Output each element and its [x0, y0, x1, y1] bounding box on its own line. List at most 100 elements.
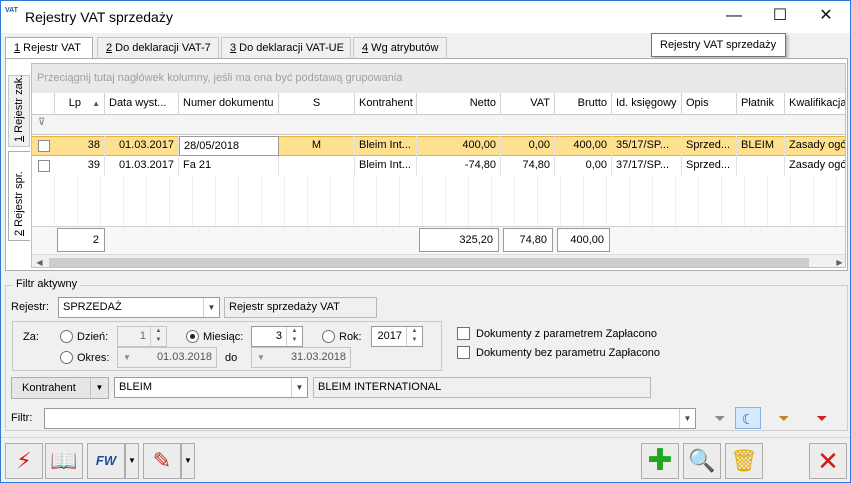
filter-edit-icon[interactable]: ⏷ — [771, 407, 797, 429]
column-header-platnik[interactable]: Płatnik — [737, 93, 785, 115]
column-header-kwalifikacja[interactable]: Kwalifikacja — [785, 93, 845, 115]
stepper-arrows-icon[interactable]: ▲ ▼ — [406, 327, 422, 346]
chevron-down-icon[interactable]: ▼ — [90, 378, 108, 398]
trash-icon[interactable]: 🗑 — [725, 443, 763, 479]
filtr-input[interactable]: ▼ — [44, 408, 696, 429]
filter-row-icon[interactable]: ⊽ — [38, 117, 45, 128]
cell-vat: 0,00 — [501, 136, 555, 156]
rejestr-label: Rejestr: — [11, 301, 49, 313]
column-header-lp[interactable]: Lp ▲ — [55, 93, 105, 115]
filter-row — [32, 115, 845, 135]
tab-do-deklaracji-vatue[interactable]: 3 Do deklaracji VAT-UE — [221, 37, 351, 59]
miesiac-stepper[interactable]: 3 ▲ ▼ — [251, 326, 303, 347]
side-tab-label: 1 Rejestr zak. — [13, 75, 25, 142]
column-header-kontrahent[interactable]: Kontrahent — [355, 93, 417, 115]
chevron-down-icon[interactable]: ▼ — [203, 298, 219, 317]
chevron-down-icon[interactable]: ▼ — [125, 443, 139, 479]
column-header-vat[interactable]: VAT — [501, 93, 555, 115]
checkbox-zaplacono-label: Dokumenty z parametrem Zapłacono — [476, 328, 657, 340]
okres-to-date[interactable]: ▼ 31.03.2018 — [251, 347, 351, 368]
row-checkbox[interactable] — [38, 140, 50, 152]
close-icon[interactable]: ✕ — [809, 443, 847, 479]
scroll-right-icon[interactable]: ▶ — [832, 255, 845, 267]
radio-okres[interactable] — [60, 351, 73, 364]
rok-label: Rok: — [339, 331, 362, 343]
column-header-data[interactable]: Data wyst... — [105, 93, 179, 115]
radio-rok[interactable] — [322, 330, 335, 343]
scrollbar-thumb[interactable] — [49, 258, 809, 267]
stepper-arrows-icon[interactable]: ▲ ▼ — [150, 327, 166, 346]
cell-platnik: BLEIM — [737, 136, 785, 156]
do-label: do — [225, 352, 238, 364]
dzien-stepper[interactable]: 1 ▲ ▼ — [117, 326, 167, 347]
okres-from-date[interactable]: ▼ 01.03.2018 — [117, 347, 217, 368]
cell-vat: 74,80 — [501, 156, 555, 176]
stepper-arrows-icon[interactable]: ▲ ▼ — [286, 327, 302, 346]
side-tab-text: Rejestr spr. — [13, 171, 25, 230]
maximize-button[interactable]: ☐ — [757, 1, 803, 31]
moon-filter-icon[interactable]: ☾ — [735, 407, 761, 429]
chevron-down-icon[interactable]: ▼ — [291, 378, 307, 397]
za-label: Za: — [23, 331, 39, 343]
tab-rejestr-vat[interactable]: 1 Rejestr VAT — [5, 37, 93, 60]
column-header-opis[interactable]: Opis — [682, 93, 737, 115]
empty-grid-area — [32, 176, 845, 226]
cell-kontrahent: Bleim Int... — [355, 136, 417, 156]
cell-s: M — [279, 136, 355, 156]
horizontal-scrollbar[interactable]: ◀ ▶ — [32, 254, 845, 267]
side-tab-key: 2 — [13, 229, 25, 236]
cell-numer-editing[interactable]: 28/05/2018 — [179, 136, 279, 156]
tab-wg-atrybutow[interactable]: 4 Wg atrybutów — [353, 37, 447, 59]
lightning-icon[interactable]: ⚡ — [5, 443, 43, 479]
cell-data: 01.03.2017 — [105, 156, 179, 176]
rok-stepper[interactable]: 2017 ▲ ▼ — [371, 326, 423, 347]
cell-numer: Fa 21 — [179, 156, 279, 176]
column-header-id-ksiegowy[interactable]: Id. księgowy — [612, 93, 682, 115]
summary-vat: 74,80 — [503, 228, 553, 252]
magnifier-icon[interactable]: 🔍 — [683, 443, 721, 479]
cell-netto: 400,00 — [417, 136, 501, 156]
window-title: Rejestry VAT sprzedaży — [25, 9, 173, 25]
chevron-down-icon[interactable]: ▼ — [181, 443, 195, 479]
filter-clear-icon[interactable]: ⏷ — [809, 407, 835, 429]
side-tab-rejestr-zak[interactable]: 1 Rejestr zak. — [8, 75, 30, 147]
column-header-checkbox[interactable] — [32, 93, 55, 115]
cell-lp: 39 — [55, 156, 105, 176]
cell-platnik — [737, 156, 785, 176]
title-bar: VAT Rejestry VAT sprzedaży — ☐ ✕ — [1, 1, 850, 33]
group-by-area[interactable]: Przeciągnij tutaj nagłówek kolumny, jeśl… — [32, 64, 845, 93]
radio-dzien[interactable] — [60, 330, 73, 343]
tab-do-deklaracji-vat7[interactable]: 2 Do deklaracji VAT-7 — [97, 37, 219, 59]
okres-to-value: 31.03.2018 — [290, 351, 346, 363]
column-header-s[interactable]: S — [279, 93, 355, 115]
rejestr-select[interactable]: SPRZEDAŻ ▼ — [58, 297, 220, 318]
tab-label: Do deklaracji VAT-7 — [112, 42, 211, 54]
kontrahent-button[interactable]: Kontrahent ▼ — [11, 377, 109, 399]
column-header-netto[interactable]: Netto — [417, 93, 501, 115]
book-icon[interactable]: 📖 — [45, 443, 83, 479]
dzien-label: Dzień: — [77, 331, 109, 343]
checkbox-zaplacono[interactable] — [457, 327, 470, 340]
minimize-button[interactable]: — — [711, 1, 757, 31]
chevron-down-icon[interactable]: ▼ — [254, 348, 268, 367]
filtr-label: Filtr: — [11, 412, 33, 424]
side-tab-rejestr-spr[interactable]: 2 Rejestr spr. — [8, 151, 30, 241]
miesiac-label: Miesiąc: — [203, 331, 244, 343]
funnel-icon[interactable]: ⏷ — [707, 407, 733, 429]
add-icon[interactable]: ✚ — [641, 443, 679, 479]
miesiac-value: 3 — [275, 330, 282, 342]
kontrahent-select[interactable]: BLEIM ▼ — [114, 377, 308, 398]
accounting-icon[interactable]: ✎ — [143, 443, 181, 479]
okres-label: Okres: — [77, 352, 110, 364]
row-checkbox[interactable] — [38, 160, 50, 172]
checkbox-bez-zaplacono[interactable] — [457, 346, 470, 359]
scroll-left-icon[interactable]: ◀ — [32, 255, 47, 267]
column-header-numer[interactable]: Numer dokumentu — [179, 93, 279, 115]
close-window-button[interactable]: ✕ — [803, 1, 849, 31]
fw-document-icon[interactable]: FW — [87, 443, 125, 479]
tab-label: Do deklaracji VAT-UE — [236, 42, 344, 54]
radio-miesiac[interactable] — [186, 330, 199, 343]
chevron-down-icon[interactable]: ▼ — [679, 409, 695, 428]
column-header-brutto[interactable]: Brutto — [555, 93, 612, 115]
chevron-down-icon[interactable]: ▼ — [120, 348, 134, 367]
